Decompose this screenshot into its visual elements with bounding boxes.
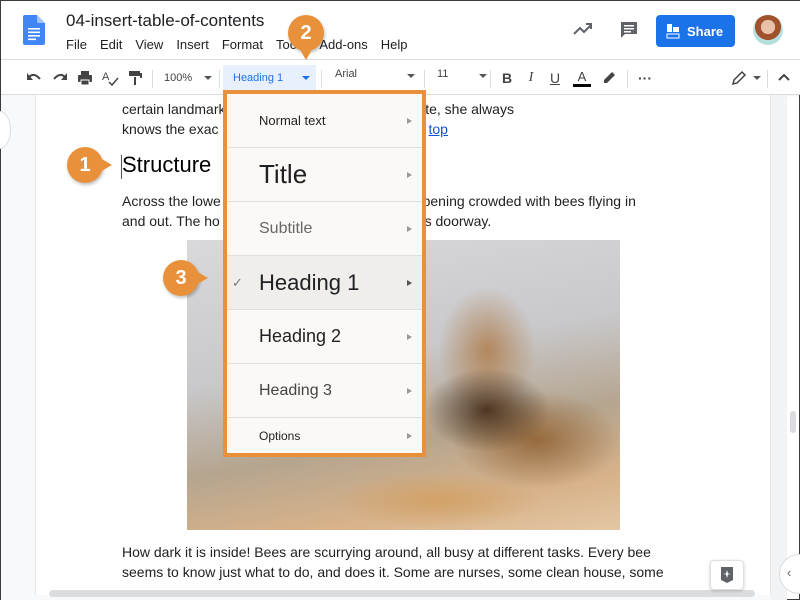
explore-button[interactable] bbox=[710, 560, 744, 590]
toolbar-divider bbox=[490, 70, 491, 88]
text-color-swatch bbox=[573, 84, 591, 87]
submenu-arrow-icon bbox=[407, 171, 412, 178]
zoom-select[interactable]: 100% bbox=[164, 68, 214, 88]
italic-icon[interactable]: I bbox=[523, 68, 539, 88]
paragraph-3: How dark it is inside! Bees are scurryin… bbox=[122, 542, 682, 582]
lock-icon bbox=[666, 24, 680, 39]
menu-item-label: Options bbox=[259, 428, 301, 443]
menu-item-label: Normal text bbox=[259, 113, 326, 128]
text-line: knows the exac bbox=[122, 121, 219, 137]
menu-item-label: Title bbox=[259, 159, 308, 189]
back-to-top-link[interactable]: top bbox=[429, 121, 448, 137]
toolbar-divider bbox=[152, 70, 153, 88]
undo-icon[interactable] bbox=[25, 68, 43, 88]
more-icon[interactable]: ··· bbox=[637, 68, 653, 88]
vertical-scrollbar-track bbox=[771, 95, 787, 600]
callout-pointer bbox=[299, 48, 313, 60]
submenu-arrow-icon bbox=[407, 387, 412, 394]
toolbar-divider bbox=[321, 70, 322, 88]
chevron-down-icon bbox=[407, 74, 415, 78]
toolbar-divider bbox=[219, 70, 220, 88]
redo-icon[interactable] bbox=[51, 68, 69, 88]
paragraph-style-select[interactable]: Heading 1 bbox=[223, 65, 316, 91]
submenu-arrow-icon bbox=[407, 279, 412, 286]
explore-icon bbox=[721, 567, 733, 583]
chevron-down-icon bbox=[753, 76, 761, 80]
menu-help[interactable]: Help bbox=[381, 37, 408, 52]
highlight-icon[interactable] bbox=[601, 68, 617, 88]
chevron-down-icon bbox=[479, 74, 487, 78]
menu-bar: File Edit View Insert Format Tools Add-o… bbox=[66, 37, 421, 52]
chevron-down-icon bbox=[302, 76, 310, 80]
text-line: and out. The ho bbox=[122, 213, 220, 229]
check-icon: ✓ bbox=[232, 274, 243, 290]
document-title[interactable]: 04-insert-table-of-contents bbox=[66, 11, 264, 31]
submenu-arrow-icon bbox=[407, 333, 412, 340]
menu-edit[interactable]: Edit bbox=[100, 37, 122, 52]
menu-view[interactable]: View bbox=[135, 37, 163, 52]
zoom-value: 100% bbox=[164, 72, 193, 84]
paragraph-style-menu: Normal text Title Subtitle ✓ Heading 1 H… bbox=[223, 90, 426, 457]
paint-format-icon[interactable] bbox=[126, 68, 144, 88]
toolbar-divider bbox=[424, 70, 425, 88]
bold-icon[interactable]: B bbox=[499, 68, 515, 88]
share-button[interactable]: Share bbox=[656, 15, 735, 47]
text-line: Across the lowe bbox=[122, 193, 221, 209]
chevron-left-icon: ‹ bbox=[787, 565, 792, 580]
underline-icon[interactable]: U bbox=[547, 68, 563, 88]
spellcheck-icon[interactable]: A bbox=[101, 68, 119, 88]
editing-mode-button[interactable] bbox=[731, 68, 761, 88]
print-icon[interactable] bbox=[76, 68, 94, 88]
comment-icon[interactable] bbox=[619, 20, 639, 40]
share-label: Share bbox=[687, 23, 724, 39]
callout-pointer bbox=[196, 271, 208, 285]
heading-structure[interactable]: Structure bbox=[122, 152, 211, 178]
vertical-scrollbar-thumb[interactable] bbox=[790, 411, 796, 433]
app-header: 04-insert-table-of-contents ☆ File Edit … bbox=[1, 1, 800, 59]
menu-add-ons[interactable]: Add-ons bbox=[319, 37, 367, 52]
svg-text:A: A bbox=[102, 71, 110, 83]
pencil-icon bbox=[731, 70, 747, 86]
menu-item-label: Heading 1 bbox=[259, 269, 360, 295]
menu-item-label: Heading 2 bbox=[259, 326, 342, 346]
menu-item-heading-2[interactable]: Heading 2 bbox=[227, 310, 422, 364]
text-line: seems to know just what to do, and does … bbox=[122, 564, 664, 580]
menu-insert[interactable]: Insert bbox=[176, 37, 209, 52]
callout-pointer bbox=[100, 158, 112, 172]
menu-item-options[interactable]: Options bbox=[227, 418, 422, 453]
toolbar-divider bbox=[767, 70, 768, 88]
text-line: w opening crowded with bees flying in bbox=[400, 193, 636, 209]
menu-item-subtitle[interactable]: Subtitle bbox=[227, 202, 422, 256]
menu-item-heading-3[interactable]: Heading 3 bbox=[227, 364, 422, 418]
user-avatar[interactable] bbox=[753, 15, 783, 45]
menu-format[interactable]: Format bbox=[222, 37, 263, 52]
style-value: Heading 1 bbox=[233, 72, 284, 84]
text-line: How dark it is inside! Bees are scurryin… bbox=[122, 544, 651, 560]
callout-step-1: 1 bbox=[67, 147, 103, 183]
toolbar-divider bbox=[627, 70, 628, 88]
trending-up-icon[interactable] bbox=[573, 21, 593, 37]
submenu-arrow-icon bbox=[407, 432, 412, 439]
horizontal-scrollbar[interactable] bbox=[49, 590, 755, 597]
callout-step-2: 2 bbox=[288, 15, 324, 51]
text-color-icon: A bbox=[577, 69, 587, 84]
callout-step-3: 3 bbox=[163, 260, 199, 296]
font-value: Arial bbox=[335, 68, 358, 80]
google-docs-icon[interactable] bbox=[23, 15, 45, 45]
menu-file[interactable]: File bbox=[66, 37, 87, 52]
chevron-up-icon[interactable] bbox=[777, 68, 791, 88]
font-select[interactable]: Arial bbox=[335, 68, 415, 80]
font-size-value: 11 bbox=[437, 68, 449, 80]
font-size-select[interactable]: 11 bbox=[437, 68, 487, 80]
menu-item-heading-1[interactable]: ✓ Heading 1 bbox=[227, 256, 422, 310]
chevron-down-icon bbox=[204, 76, 213, 80]
menu-item-normal-text[interactable]: Normal text bbox=[227, 94, 422, 148]
text-color-button[interactable]: A bbox=[573, 68, 591, 88]
menu-item-label: Subtitle bbox=[259, 219, 313, 237]
menu-item-label: Heading 3 bbox=[259, 381, 332, 399]
submenu-arrow-icon bbox=[407, 117, 412, 124]
menu-item-title[interactable]: Title bbox=[227, 148, 422, 202]
submenu-arrow-icon bbox=[407, 225, 412, 232]
